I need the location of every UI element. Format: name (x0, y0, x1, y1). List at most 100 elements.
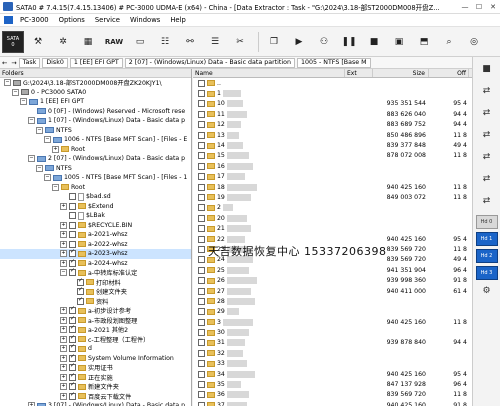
file-checkbox[interactable] (198, 121, 205, 129)
expand-toggle-icon[interactable]: − (36, 126, 43, 134)
file-row[interactable]: 32 (193, 348, 472, 358)
expand-toggle-icon[interactable]: + (60, 335, 67, 343)
file-row[interactable]: 10 935 351 544 95 4 (193, 99, 472, 109)
menu-windows[interactable]: Windows (125, 16, 165, 24)
tree-checkbox[interactable] (69, 240, 76, 248)
tree-checkbox[interactable] (69, 315, 76, 324)
stop-side-icon[interactable]: ■ (477, 61, 497, 77)
tree-item[interactable]: − 0 - PC3000 SATA0 (0, 88, 191, 98)
file-checkbox[interactable] (198, 308, 205, 316)
tree-checkbox[interactable] (69, 248, 76, 258)
tree-item[interactable]: + a-2024-whsz (0, 258, 191, 269)
tree-item[interactable]: + a-2021-whsz (0, 230, 191, 240)
expand-toggle-icon[interactable]: + (60, 364, 67, 372)
file-checkbox[interactable] (198, 277, 205, 285)
tree-checkbox[interactable] (69, 221, 76, 229)
file-checkbox[interactable] (198, 131, 205, 139)
expand-toggle-icon[interactable]: + (60, 354, 67, 362)
file-row[interactable]: 12 883 689 752 94 4 (193, 120, 472, 130)
tree-item[interactable]: $bad.sd (0, 192, 191, 202)
tree-checkbox[interactable] (69, 381, 76, 391)
file-checkbox[interactable] (198, 339, 205, 347)
play-icon[interactable]: ▶ (288, 31, 310, 53)
copy-icon[interactable]: ❐ (263, 31, 285, 53)
tree-item[interactable]: + a-2022-whsz (0, 240, 191, 250)
raw-button[interactable]: RAW (102, 31, 126, 53)
tree-item[interactable]: 创建文件夹 (0, 286, 191, 297)
tree-checkbox[interactable] (77, 286, 84, 296)
hex-icon[interactable]: ☷ (154, 31, 176, 53)
tree-item[interactable]: + System Volume Information (0, 353, 191, 364)
pause-icon[interactable]: ❚❚ (338, 31, 360, 53)
tree-item[interactable]: + $RECYCLE.BIN (0, 221, 191, 231)
expand-toggle-icon[interactable]: − (20, 98, 27, 106)
expand-toggle-icon[interactable]: − (28, 117, 35, 125)
file-row[interactable]: 30 (193, 327, 472, 337)
file-row[interactable]: 1 (193, 88, 472, 98)
file-row[interactable]: 31 939 878 840 94 4 (193, 338, 472, 348)
file-row[interactable]: 36 839 569 720 11 8 (193, 390, 472, 400)
expand-toggle-icon[interactable]: + (60, 259, 67, 267)
file-checkbox[interactable] (198, 193, 205, 201)
file-checkbox[interactable] (198, 173, 205, 181)
file-checkbox[interactable] (198, 100, 205, 108)
expand-toggle-icon[interactable]: + (60, 373, 67, 381)
transfer-icon[interactable]: ⇄ (477, 171, 497, 187)
tree-item[interactable]: − G:\2024\3.18-部ST2000DM008开盘ZK20KJY1\ (0, 78, 191, 88)
file-checkbox[interactable] (198, 266, 205, 274)
file-row[interactable]: 15 878 072 008 11 8 (193, 151, 472, 161)
menu-service[interactable]: Service (90, 16, 125, 24)
tree-checkbox[interactable] (69, 343, 76, 353)
file-row[interactable]: 28 (193, 296, 472, 306)
file-checkbox[interactable] (198, 297, 205, 305)
expand-toggle-icon[interactable]: + (60, 250, 67, 258)
expand-toggle-icon[interactable]: − (52, 183, 59, 191)
export-icon[interactable]: ⬒ (413, 31, 435, 53)
expand-toggle-icon[interactable]: − (28, 155, 35, 163)
tree-item[interactable]: +3 [07] - (Windows/Linux) Data - Basic d… (0, 401, 191, 406)
tree-item[interactable]: + 正在实施 (0, 372, 191, 383)
tree-item[interactable]: +d (0, 343, 191, 354)
tree-item[interactable]: − 1 [07] - (Windows/Linux) Data - Basic d… (0, 116, 191, 126)
expand-toggle-icon[interactable]: − (36, 164, 43, 172)
tree-item[interactable]: − NTFS (0, 126, 191, 136)
file-checkbox[interactable] (198, 225, 205, 233)
column-size[interactable]: Size (373, 69, 429, 77)
list-icon[interactable]: ☰ (204, 31, 226, 53)
tree-checkbox[interactable] (69, 353, 76, 362)
file-checkbox[interactable] (198, 162, 205, 170)
tree-checkbox[interactable] (69, 258, 76, 267)
file-checkbox[interactable] (198, 152, 205, 160)
tree-item[interactable]: + 百度云下载文件 (0, 391, 191, 402)
file-checkbox[interactable] (198, 349, 205, 357)
menu-help[interactable]: Help (165, 16, 191, 24)
file-checkbox[interactable] (198, 318, 205, 326)
expand-toggle-icon[interactable]: + (60, 345, 67, 353)
grid-icon[interactable]: ▦ (77, 31, 99, 53)
transfer-icon[interactable]: ⇄ (477, 127, 497, 143)
maximize-button[interactable]: ☐ (472, 0, 486, 14)
file-row[interactable]: 37 940 425 160 91 8 (193, 400, 472, 406)
file-row[interactable]: 21 (193, 223, 472, 233)
expand-toggle-icon[interactable]: + (60, 202, 67, 210)
tree-item[interactable]: − NTFS (0, 164, 191, 174)
sata-port-button[interactable]: SATA 0 (2, 30, 24, 53)
tree-checkbox[interactable] (69, 305, 76, 315)
bike-icon[interactable]: ⚇ (313, 31, 335, 53)
minimize-button[interactable]: — (458, 0, 472, 14)
file-checkbox[interactable] (198, 370, 205, 378)
tree-checkbox[interactable] (69, 231, 76, 239)
tree-checkbox[interactable] (69, 372, 76, 381)
tree-checkbox[interactable] (77, 277, 84, 286)
tools-icon[interactable]: ⚒ (27, 31, 49, 53)
expand-toggle-icon[interactable]: + (28, 402, 35, 406)
column-ext[interactable]: Ext (345, 69, 373, 77)
expand-toggle-icon[interactable]: + (60, 383, 67, 391)
file-checkbox[interactable] (198, 79, 205, 87)
file-row[interactable]: 17 (193, 172, 472, 182)
close-button[interactable]: ✕ (486, 0, 500, 14)
file-checkbox[interactable] (198, 245, 205, 253)
expand-toggle-icon[interactable]: + (60, 392, 67, 400)
expand-toggle-icon[interactable]: − (12, 88, 19, 96)
column-name[interactable]: Name (193, 69, 345, 77)
